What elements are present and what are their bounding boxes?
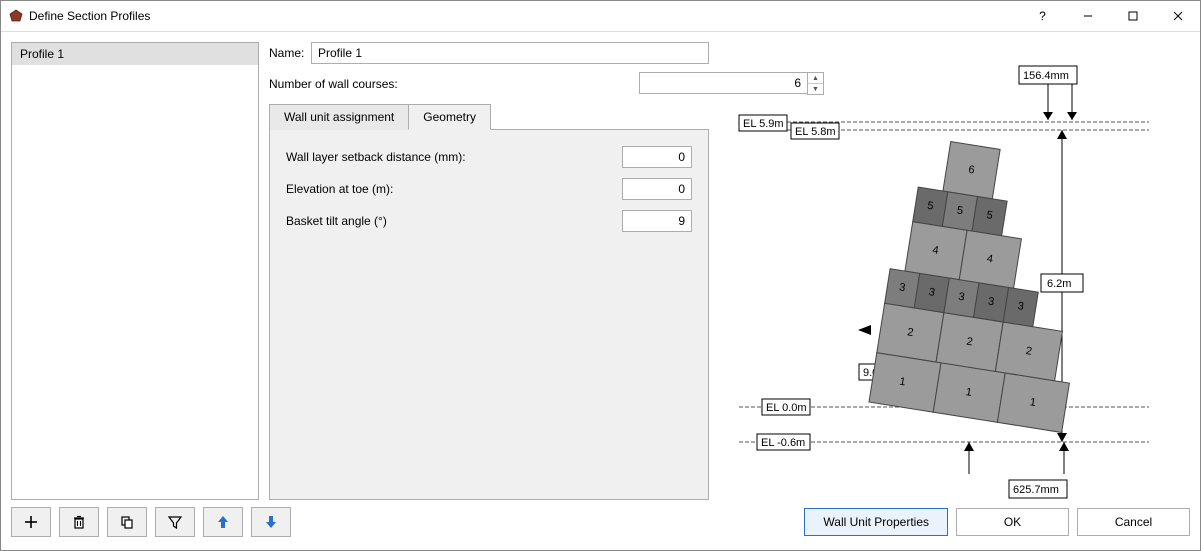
window-title: Define Section Profiles (29, 9, 150, 23)
el-label-neg: EL -0.6m (761, 437, 805, 449)
profile-list[interactable]: Profile 1 (11, 42, 259, 500)
maximize-button[interactable] (1110, 2, 1155, 31)
tab-row: Wall unit assignment Geometry (269, 103, 709, 130)
content-area: Profile 1 Name: Number of wall courses: … (1, 32, 1200, 500)
top-dim-label: 156.4mm (1023, 70, 1069, 82)
elevation-label: Elevation at toe (m): (286, 182, 622, 196)
ok-button[interactable]: OK (956, 508, 1069, 536)
cancel-button[interactable]: Cancel (1077, 508, 1190, 536)
tab-geometry[interactable]: Geometry (408, 104, 491, 130)
profile-preview: EL 5.9m EL 5.8m EL 0.0m EL -0.6m 1 (719, 42, 1190, 500)
name-input[interactable] (311, 42, 709, 64)
profile-list-item[interactable]: Profile 1 (12, 43, 258, 65)
el-label-58: EL 5.8m (795, 126, 836, 138)
tilt-label: Basket tilt angle (°) (286, 214, 622, 228)
footer: Wall Unit Properties OK Cancel (1, 500, 1200, 550)
setback-input[interactable] (622, 146, 692, 168)
filter-button[interactable] (155, 507, 195, 537)
tab-body-geometry: Wall layer setback distance (mm): Elevat… (269, 130, 709, 500)
form-pane: Name: Number of wall courses: ▲ ▼ Wall u… (269, 42, 709, 500)
close-button[interactable] (1155, 2, 1200, 31)
add-button[interactable] (11, 507, 51, 537)
setback-label: Wall layer setback distance (mm): (286, 150, 622, 164)
delete-button[interactable] (59, 507, 99, 537)
copy-button[interactable] (107, 507, 147, 537)
minimize-button[interactable] (1065, 2, 1110, 31)
name-label: Name: (269, 46, 311, 60)
app-icon (9, 9, 23, 23)
move-up-button[interactable] (203, 507, 243, 537)
tab-wall-unit-assignment[interactable]: Wall unit assignment (269, 104, 409, 130)
move-down-button[interactable] (251, 507, 291, 537)
dialog-window: Define Section Profiles ? Profile 1 Name… (0, 0, 1201, 551)
tilt-input[interactable] (622, 210, 692, 232)
courses-label: Number of wall courses: (269, 77, 639, 91)
el-label-0: EL 0.0m (766, 402, 807, 414)
el-label-59: EL 5.9m (743, 118, 784, 130)
title-bar: Define Section Profiles ? (1, 1, 1200, 32)
height-dim-label: 6.2m (1047, 278, 1071, 290)
help-button[interactable]: ? (1020, 2, 1065, 31)
elevation-input[interactable] (622, 178, 692, 200)
bottom-dim-label: 625.7mm (1013, 484, 1059, 496)
wall-unit-properties-button[interactable]: Wall Unit Properties (804, 508, 948, 536)
